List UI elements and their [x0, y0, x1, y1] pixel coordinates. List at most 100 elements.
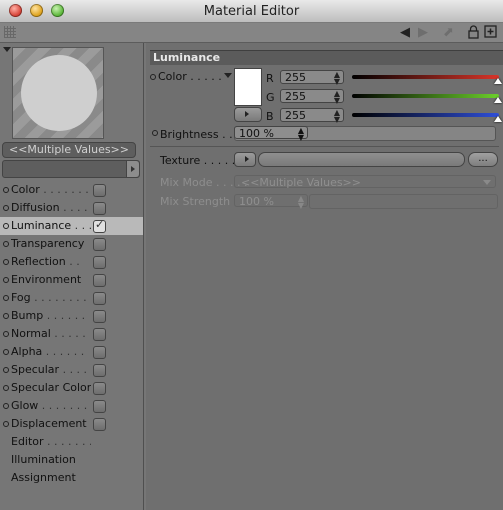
preview-scroll-field[interactable]: [2, 160, 140, 178]
channel-label-text: Displacement: [11, 417, 87, 430]
channel-item[interactable]: Bump . . . . . .: [0, 307, 143, 325]
channel-label: Assignment: [11, 471, 91, 484]
channel-item[interactable]: Fog . . . . . . . .: [0, 289, 143, 307]
channel-item[interactable]: Luminance . . .: [0, 217, 143, 235]
mix-strength-field[interactable]: 100 % ▲ ▼: [234, 194, 308, 210]
r-slider[interactable]: [352, 75, 502, 84]
g-label: G: [266, 91, 275, 104]
channel-checkbox[interactable]: [93, 310, 106, 323]
channel-item[interactable]: Diffusion . . . . .: [0, 199, 143, 217]
divider: [150, 146, 499, 147]
channel-item[interactable]: Assignment: [0, 469, 143, 487]
stepper-icon[interactable]: ▲ ▼: [334, 71, 340, 86]
brightness-value: 100 %: [239, 127, 274, 140]
r-value-field[interactable]: 255 ▲ ▼: [280, 70, 344, 86]
channel-label: Fog . . . . . . . .: [11, 291, 91, 304]
color-label: Color: [158, 70, 187, 83]
channel-item[interactable]: Displacement: [0, 415, 143, 433]
forward-arrow-icon[interactable]: ▶: [418, 25, 428, 40]
channel-item[interactable]: Illumination: [0, 451, 143, 469]
g-value-field[interactable]: 255 ▲ ▼: [280, 89, 344, 105]
up-arrow-icon[interactable]: ⬈: [443, 25, 454, 40]
channel-checkbox[interactable]: [93, 238, 106, 251]
channel-checkbox[interactable]: [93, 202, 106, 215]
mix-mode-select[interactable]: <<Multiple Values>>: [234, 175, 496, 189]
channel-label-text: Environment: [11, 273, 82, 286]
anim-dot-icon: [3, 367, 9, 373]
slider-knob-icon[interactable]: [494, 97, 502, 103]
new-window-icon[interactable]: [484, 25, 497, 42]
channel-checkbox[interactable]: [93, 418, 106, 431]
channel-checkbox[interactable]: [93, 184, 106, 197]
channel-item[interactable]: Specular Color: [0, 379, 143, 397]
preview-menu-arrow-icon[interactable]: [3, 47, 11, 52]
channel-label-text: Fog: [11, 291, 31, 304]
color-expand-button[interactable]: [234, 107, 262, 122]
anim-dot-icon: [3, 277, 9, 283]
channel-label-text: Specular Color: [11, 381, 91, 394]
back-arrow-icon[interactable]: ◀: [400, 25, 410, 40]
channel-label-dots: . . . . . . .: [39, 183, 89, 196]
texture-menu-button[interactable]: [234, 152, 256, 167]
toolbar: ◀ ▶ ⬈: [0, 23, 503, 43]
channel-item[interactable]: Editor . . . . . . .: [0, 433, 143, 451]
lock-icon[interactable]: [468, 25, 479, 43]
channel-label-dots: . . . . . .: [42, 345, 85, 358]
b-slider[interactable]: [352, 113, 502, 122]
stepper-icon[interactable]: ▲ ▼: [334, 109, 340, 124]
channel-label: Editor . . . . . . .: [11, 435, 91, 448]
channel-label-text: Alpha: [11, 345, 43, 358]
stepper-icon[interactable]: ▲ ▼: [334, 90, 340, 105]
channel-sidebar: <<Multiple Values>> Color . . . . . . .D…: [0, 43, 144, 510]
slider-knob-icon[interactable]: [494, 78, 502, 84]
color-swatch[interactable]: [234, 68, 262, 106]
channel-checkbox[interactable]: [93, 256, 106, 269]
channel-checkbox[interactable]: [93, 328, 106, 341]
grip-icon[interactable]: [4, 26, 16, 38]
b-value-field[interactable]: 255 ▲ ▼: [280, 108, 344, 124]
channel-label-text: Bump: [11, 309, 44, 322]
material-preview[interactable]: [12, 47, 104, 139]
stepper-icon[interactable]: ▲ ▼: [298, 127, 304, 142]
scroll-arrow-icon[interactable]: [126, 161, 139, 177]
channel-label: Illumination: [11, 453, 91, 466]
texture-browse-button[interactable]: ...: [468, 152, 498, 167]
anim-dot-icon: [3, 349, 9, 355]
channel-label-text: Transparency: [11, 237, 85, 250]
channel-label-text: Luminance: [11, 219, 72, 232]
channel-checkbox[interactable]: [93, 364, 106, 377]
channel-label-text: Glow: [11, 399, 39, 412]
channel-item[interactable]: Alpha . . . . . .: [0, 343, 143, 361]
channel-checkbox[interactable]: [93, 346, 106, 359]
slider-knob-icon[interactable]: [494, 116, 502, 122]
mix-strength-slider[interactable]: [309, 194, 498, 209]
mix-strength-value: 100 %: [239, 195, 274, 208]
channel-checkbox[interactable]: [93, 382, 106, 395]
texture-field[interactable]: [258, 152, 465, 167]
channel-item[interactable]: Normal . . . . .: [0, 325, 143, 343]
brightness-label: Brightness: [160, 128, 219, 141]
channel-item[interactable]: Glow . . . . . . .: [0, 397, 143, 415]
channel-checkbox[interactable]: [93, 292, 106, 305]
channel-item[interactable]: Reflection . .: [0, 253, 143, 271]
window-title: Material Editor: [203, 4, 300, 19]
channel-item[interactable]: Environment: [0, 271, 143, 289]
anim-dot-icon: [3, 385, 9, 391]
channel-label: Luminance . . .: [11, 219, 91, 232]
channel-checkbox[interactable]: [93, 274, 106, 287]
channel-checkbox[interactable]: [93, 218, 106, 233]
channel-checkbox[interactable]: [93, 400, 106, 413]
channel-item[interactable]: Color . . . . . . .: [0, 181, 143, 199]
brightness-field[interactable]: 100 % ▲ ▼: [234, 126, 308, 142]
anim-dot-icon[interactable]: [152, 130, 158, 136]
mix-strength-label: Mix Strength: [160, 195, 231, 208]
channel-label-dots: . . . . .: [63, 201, 91, 214]
g-slider[interactable]: [352, 94, 502, 103]
channel-item[interactable]: Specular . . . .: [0, 361, 143, 379]
material-name-field[interactable]: <<Multiple Values>>: [2, 142, 136, 158]
color-mode-dropdown-icon[interactable]: [224, 73, 232, 78]
anim-dot-icon[interactable]: [150, 74, 156, 80]
channel-label: Reflection . .: [11, 255, 91, 268]
stepper-icon[interactable]: ▲ ▼: [298, 195, 304, 210]
channel-item[interactable]: Transparency: [0, 235, 143, 253]
